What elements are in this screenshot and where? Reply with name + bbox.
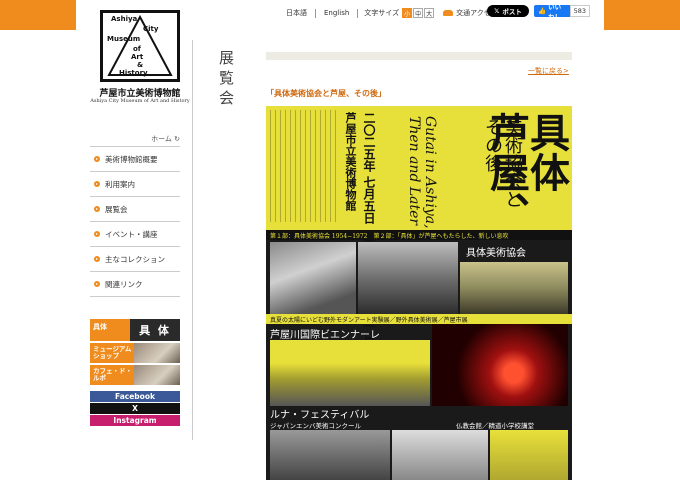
poster-photo-group (358, 242, 458, 314)
font-size-medium-button[interactable]: 中 (413, 8, 424, 18)
font-size-large-button[interactable]: 大 (424, 8, 435, 18)
arrow-bullet-icon (94, 256, 100, 262)
poster-bukkyo-label: 仏教会館／精道小学校講堂 (456, 422, 534, 430)
poster-fine-print (270, 110, 336, 222)
logo-text-history: History (119, 69, 148, 77)
museum-shop-banner[interactable]: ミュージアム ショップ (90, 343, 180, 363)
content-top-bar (266, 52, 572, 60)
logo-text-city: City (143, 25, 159, 33)
museum-logo[interactable]: Ashiya City Museum of Art & History (100, 10, 180, 82)
sidebar-item-label: 関連リンク (105, 279, 143, 289)
header-accent-left (0, 0, 76, 30)
poster-photo-outdoor (460, 262, 568, 314)
header-accent-right (604, 0, 680, 30)
poster-competition-label: ジャパンエンバ美術コンクール (270, 422, 361, 430)
sidebar-item-label: 主なコレクション (105, 254, 165, 264)
sidebar-item-label: 美術博物館概要 (105, 154, 158, 164)
x-link[interactable]: X (90, 403, 180, 414)
shop-banner-label: ミュージアム ショップ (93, 345, 132, 360)
sidebar-item-links[interactable]: 関連リンク (90, 272, 180, 297)
arrow-bullet-icon (94, 281, 100, 287)
font-size-small-button[interactable]: 小 (402, 8, 413, 18)
page-title: 展覧会 (217, 50, 235, 110)
poster-photo-sculpture (270, 242, 356, 314)
sidebar-item-label: 展覧会 (105, 204, 128, 214)
x-post-button[interactable]: 𝕏 ポスト (487, 5, 529, 17)
poster-exhibitions-band: 真夏の太陽にいどむ野外モダンアート実験展／野外具体美術展／芦屋市展 (266, 314, 572, 324)
exhibition-heading: 「具体美術協会と芦屋、その後」 (266, 89, 386, 98)
exhibition-poster: 具体 芦屋、 美術協会と その後 Gutai in Ashiya, Then a… (266, 106, 572, 480)
logo-text-of: of (133, 45, 141, 53)
x-post-label: ポスト (502, 8, 522, 16)
gutai-banner[interactable]: 具体 具 体 (90, 319, 180, 341)
arrow-bullet-icon (94, 206, 100, 212)
poster-sub-title: 美術協会と その後 (482, 118, 523, 208)
sidebar-item-exhibitions[interactable]: 展覧会 (90, 197, 180, 222)
home-arrow-icon: ↻ (174, 135, 180, 143)
column-divider (192, 40, 193, 440)
poster-photo-riverbank (270, 340, 430, 406)
lang-en-link[interactable]: English (316, 8, 359, 18)
home-link-label: ホーム (151, 135, 172, 143)
car-icon (443, 10, 454, 16)
poster-english-title: Gutai in Ashiya, Then and Later (406, 116, 438, 229)
gutai-banner-big: 具 体 (130, 319, 180, 341)
poster-biennale-label: 芦屋川国際ビエンナーレ (270, 330, 380, 341)
fb-like-label: 👍 いいね！ (534, 3, 570, 21)
sidebar-item-guide[interactable]: 利用案内 (90, 172, 180, 197)
instagram-link[interactable]: Instagram (90, 415, 180, 426)
font-size-label: 文字サイズ (364, 9, 400, 17)
thumbs-up-icon: 👍 (538, 7, 547, 15)
logo-text-amp: & (137, 61, 144, 69)
gutai-banner-small: 具体 (90, 319, 130, 341)
facebook-like-button[interactable]: 👍 いいね！ 583 (534, 3, 590, 21)
poster-photo-people (270, 430, 390, 480)
logo-text-museum: Museum (107, 35, 141, 43)
home-link[interactable]: ホーム ↻ (90, 134, 180, 144)
shop-thumbnail (134, 343, 180, 363)
sidebar-item-collection[interactable]: 主なコレクション (90, 247, 180, 272)
arrow-bullet-icon (94, 231, 100, 237)
sidebar-item-overview[interactable]: 美術博物館概要 (90, 147, 180, 172)
x-logo-icon: 𝕏 (494, 7, 500, 15)
sidebar-item-label: イベント・講座 (105, 229, 158, 239)
fb-like-count: 583 (569, 5, 590, 17)
sidebar-nav: 美術博物館概要 利用案内 展覧会 イベント・講座 主なコレクション 関連リンク (90, 146, 180, 297)
cafe-banner[interactable]: カフェ・ド・ ルポ (90, 365, 180, 385)
cafe-banner-label: カフェ・ド・ ルポ (93, 367, 132, 382)
logo-text-ashiya: Ashiya (111, 15, 138, 23)
cafe-thumbnail (134, 365, 180, 385)
poster-venue: 芦屋市立美術博物館 (344, 112, 357, 211)
poster-luna-label: ルナ・フェスティバル (270, 410, 370, 421)
arrow-bullet-icon (94, 156, 100, 162)
poster-photo-hall (392, 430, 488, 480)
sidebar-item-events[interactable]: イベント・講座 (90, 222, 180, 247)
museum-name-en: Ashiya City Museum of Art and History (90, 98, 190, 104)
facebook-link[interactable]: Facebook (90, 391, 180, 402)
fb-like-text: いいね！ (548, 3, 562, 21)
poster-parts-band: 第１部：具体美術協会 1954−1972 第２部：「具体」が芦屋へもたらした、新… (266, 230, 572, 240)
sidebar-item-label: 利用案内 (105, 179, 135, 189)
lang-ja-link[interactable]: 日本語 (278, 8, 316, 18)
header-utility-links: 日本語 English 文字サイズ 小 中 大 交通アクセス (278, 6, 498, 20)
arrow-bullet-icon (94, 181, 100, 187)
poster-gutai-kyokai-label: 具体美術協会 (466, 248, 526, 259)
poster-photo-red-lights (432, 324, 568, 406)
logo-text-art: Art (131, 53, 144, 61)
back-to-list-link[interactable]: 一覧に戻る> (528, 66, 569, 76)
poster-photo-building (490, 430, 568, 480)
